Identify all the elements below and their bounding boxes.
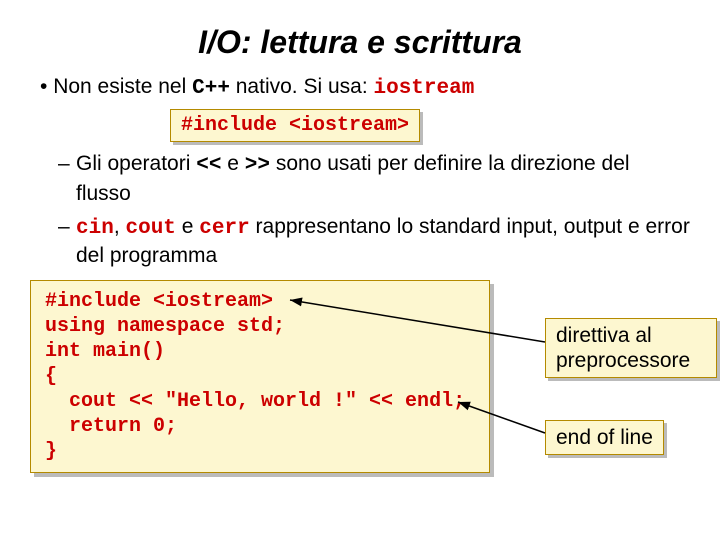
op-rshift: >> (245, 154, 270, 177)
code-l3: int main() (45, 340, 165, 363)
code-block-wrap: #include <iostream> using namespace std;… (30, 280, 690, 473)
cout-inline: cout (125, 217, 175, 240)
iostream-inline: iostream (374, 77, 475, 100)
code-l6: return 0; (45, 415, 177, 438)
code-l7: } (45, 440, 57, 463)
annotation-preprocessor: direttiva al preprocessore (545, 318, 717, 378)
op-lshift: << (196, 154, 221, 177)
cerr-inline: cerr (199, 217, 249, 240)
code-l1: #include <iostream> (45, 290, 273, 313)
page-title: I/O: lettura e scrittura (30, 24, 690, 61)
sub1-mid: e (221, 152, 244, 175)
sub-item-1: –Gli operatori << e >> sono usati per de… (76, 150, 690, 207)
code-l5: cout << "Hello, world !" << endl; (45, 390, 465, 413)
sub-item-2: –cin, cout e cerr rappresentano lo stand… (76, 213, 690, 270)
code-l2: using namespace std; (45, 315, 285, 338)
sub2-sep1: , (114, 215, 126, 238)
include-box: #include <iostream> (170, 109, 420, 142)
bullet1-pre: Non esiste nel (53, 75, 192, 98)
sub1-pre: Gli operatori (76, 152, 196, 175)
annotation-endl: end of line (545, 420, 664, 455)
code-l4: { (45, 365, 57, 388)
bullet1-mid: nativo. Si usa: (230, 75, 374, 98)
cpp-inline: C++ (192, 77, 230, 100)
code-block: #include <iostream> using namespace std;… (30, 280, 490, 473)
sub2-sep2: e (176, 215, 199, 238)
bullet-1: Non esiste nel C++ nativo. Si usa: iostr… (40, 73, 690, 103)
cin-inline: cin (76, 217, 114, 240)
